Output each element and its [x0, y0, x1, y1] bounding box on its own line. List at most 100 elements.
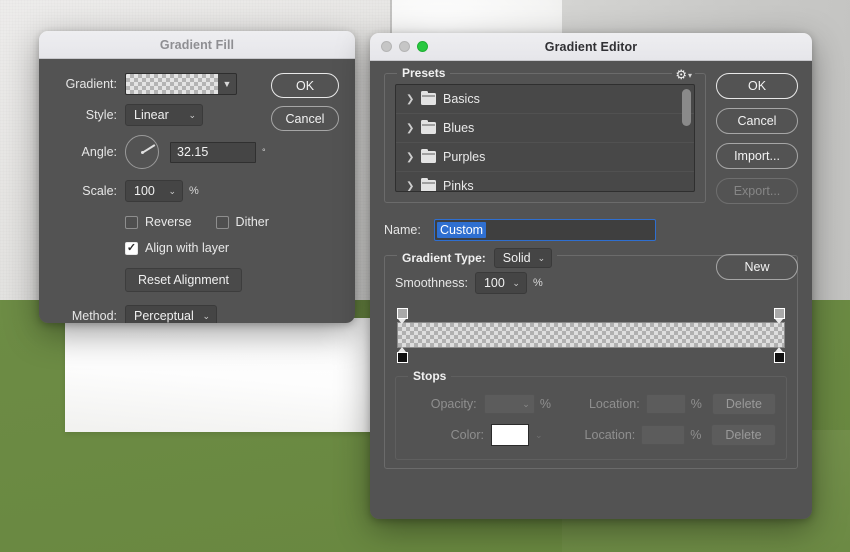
angle-dial-hub	[140, 150, 144, 154]
color-stop-end[interactable]	[774, 347, 785, 363]
chevron-down-icon: ⌄	[535, 429, 543, 440]
gradient-preview-bar[interactable]	[397, 322, 785, 348]
name-input[interactable]: Custom	[434, 219, 656, 241]
gradient-type-header: Gradient Type: Solid ⌄	[397, 248, 558, 268]
gradient-type-select[interactable]: Solid ⌄	[493, 248, 553, 268]
color-stop-start[interactable]	[397, 347, 408, 363]
presets-label: Presets	[397, 66, 451, 80]
stop-pointer	[398, 347, 406, 352]
color-label: Color:	[450, 428, 484, 442]
gradient-fill-content: Gradient: ▼ Style: Linear ⌄ Angle: 32.15…	[39, 59, 355, 323]
chevron-down-icon: ⌄	[168, 185, 176, 196]
presets-scrollbar[interactable]	[682, 89, 691, 189]
gradient-editor-titlebar[interactable]: Gradient Editor	[370, 33, 812, 61]
scrollbar-thumb[interactable]	[682, 89, 691, 126]
smoothness-value: 100	[483, 276, 505, 290]
folder-icon	[421, 177, 436, 191]
gradient-fill-titlebar[interactable]: Gradient Fill	[39, 31, 355, 59]
scale-value: 100	[134, 184, 155, 198]
angle-dial[interactable]	[125, 135, 159, 169]
stop-pointer	[775, 319, 783, 324]
angle-input[interactable]: 32.15	[170, 141, 256, 163]
chevron-right-icon[interactable]: ❯	[406, 123, 414, 134]
stop-pointer	[775, 347, 783, 352]
style-label: Style:	[85, 108, 117, 122]
color-stop-row: Color: ⌄ Location: % Delete	[406, 424, 776, 446]
align-with-layer-checkbox[interactable]	[125, 241, 138, 255]
method-label: Method:	[71, 309, 117, 323]
list-item[interactable]: ❯ Basics	[396, 85, 694, 114]
gradient-swatch-preview	[126, 74, 218, 94]
method-value: Perceptual	[134, 309, 194, 323]
align-with-layer-label: Align with layer	[145, 241, 230, 255]
preset-label: Basics	[443, 92, 480, 106]
method-select[interactable]: Perceptual ⌄	[125, 305, 217, 323]
gradient-editor-buttons: OK Cancel Import... Export... New	[716, 73, 798, 280]
close-icon[interactable]	[381, 41, 392, 52]
smoothness-select[interactable]: 100 ⌄	[474, 272, 527, 294]
reverse-checkbox[interactable]	[125, 215, 138, 229]
scale-select[interactable]: 100 ⌄	[125, 180, 183, 202]
gradient-fill-cancel-button[interactable]: Cancel	[271, 106, 339, 131]
opacity-select: ⌄	[483, 394, 535, 414]
opacity-location-label: Location:	[588, 397, 640, 411]
gradient-fill-buttons: OK Cancel	[271, 73, 339, 131]
preset-label: Purples	[443, 150, 486, 164]
stops-label: Stops	[408, 369, 452, 383]
angle-label: Angle:	[81, 145, 117, 159]
opacity-stop-row: Opacity: ⌄ % Location: % Delete	[406, 393, 776, 415]
chevron-right-icon[interactable]: ❯	[406, 152, 414, 163]
gradient-editor-window: Gradient Editor Presets ⚙ ▾ ❯ Basics ❯ Bl…	[370, 33, 812, 519]
color-delete-button: Delete	[711, 424, 776, 446]
folder-icon	[421, 90, 436, 105]
gradient-editor-cancel-button[interactable]: Cancel	[716, 108, 798, 134]
gradient-editor-new-button[interactable]: New	[716, 254, 798, 280]
gradient-swatch-dropdown[interactable]: ▼	[125, 73, 237, 95]
gradient-type-group: Gradient Type: Solid ⌄ Smoothness: 100 ⌄…	[384, 248, 798, 469]
checkbox-row-2: Align with layer	[125, 241, 339, 255]
gradient-editor-import-button[interactable]: Import...	[716, 143, 798, 169]
dither-checkbox[interactable]	[215, 215, 229, 229]
color-location-label: Location:	[584, 428, 636, 442]
name-label: Name:	[384, 223, 421, 237]
stop-swatch	[397, 352, 408, 363]
stop-swatch	[774, 352, 785, 363]
chevron-down-icon: ⌄	[522, 398, 530, 409]
reset-alignment-button[interactable]: Reset Alignment	[125, 268, 243, 292]
angle-value: 32.15	[177, 145, 209, 159]
dither-label: Dither	[235, 215, 269, 229]
zoom-icon[interactable]	[417, 41, 428, 52]
scale-label: Scale:	[82, 184, 117, 198]
gradient-editor-content: Presets ⚙ ▾ ❯ Basics ❯ Blues ❯ Purples ❯…	[370, 61, 812, 519]
list-item[interactable]: ❯ Blues	[396, 114, 694, 143]
checkbox-row-1: Reverse Dither	[125, 215, 339, 229]
traffic-light-buttons	[370, 41, 428, 52]
opacity-label: Opacity:	[430, 397, 477, 411]
stop-pointer	[398, 319, 406, 324]
color-location-unit: %	[690, 428, 702, 442]
chevron-down-icon: ▾	[687, 70, 692, 80]
gear-icon[interactable]: ⚙ ▾	[672, 67, 695, 83]
opacity-stop-start[interactable]	[397, 308, 408, 324]
presets-list[interactable]: ❯ Basics ❯ Blues ❯ Purples ❯ Pinks	[395, 84, 695, 192]
minimize-icon[interactable]	[399, 41, 410, 52]
method-row: Method: Perceptual ⌄	[55, 305, 339, 323]
folder-icon	[421, 119, 436, 134]
smoothness-label: Smoothness:	[395, 276, 468, 290]
opacity-unit: %	[539, 397, 551, 411]
style-select[interactable]: Linear ⌄	[125, 104, 203, 126]
chevron-down-icon: ⌄	[512, 277, 520, 288]
list-item[interactable]: ❯ Pinks	[396, 172, 694, 192]
gradient-editor-export-button: Export...	[716, 178, 798, 204]
gradient-fill-ok-button[interactable]: OK	[271, 73, 339, 98]
chevron-right-icon[interactable]: ❯	[406, 94, 414, 105]
opacity-stop-end[interactable]	[774, 308, 785, 324]
chevron-right-icon[interactable]: ❯	[406, 181, 414, 192]
chevron-down-icon: ⌄	[188, 109, 196, 120]
gradient-editor-ok-button[interactable]: OK	[716, 73, 798, 99]
angle-dial-needle	[141, 144, 156, 154]
scale-unit: %	[189, 185, 199, 197]
list-item[interactable]: ❯ Purples	[396, 143, 694, 172]
gradient-editor-title: Gradient Editor	[544, 39, 638, 54]
stops-group: Stops Opacity: ⌄ % Location: % Delete Co…	[395, 369, 787, 460]
